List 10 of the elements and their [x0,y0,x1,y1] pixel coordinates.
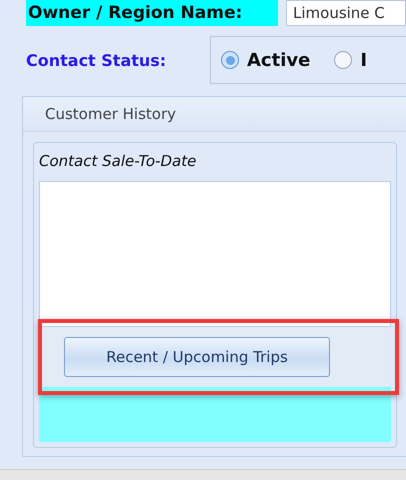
radio-label: I [360,50,368,70]
radio-button[interactable] [221,51,239,69]
contact-status-label: Contact Status: [26,50,168,70]
owner-region-label: Owner / Region Name: [26,0,278,26]
recent-upcoming-trips-button[interactable]: Recent / Upcoming Trips [64,337,330,377]
customer-history-title: Customer History [45,105,176,123]
owner-name-field[interactable]: Limousine C [286,0,406,26]
radio-label: Active [247,50,310,70]
radio-button[interactable] [334,51,352,69]
contact-sale-title: Contact Sale-To-Date [39,151,198,172]
